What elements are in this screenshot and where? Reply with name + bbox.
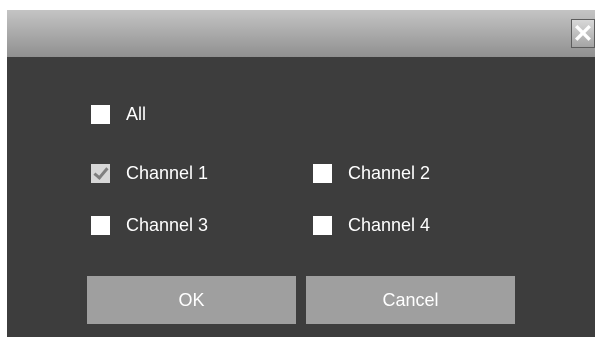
channel-select-dialog: ✕ All Channel 1 Channel 2 Channel 3 Chan… <box>7 10 595 337</box>
checkbox-channel4-label: Channel 4 <box>348 215 431 235</box>
checkbox-channel1-row[interactable]: Channel 1 <box>91 163 208 184</box>
close-icon[interactable]: ✕ <box>571 19 595 48</box>
checkbox-channel2[interactable] <box>313 164 332 183</box>
checkbox-channel1-label: Channel 1 <box>126 163 209 183</box>
checkbox-channel2-label: Channel 2 <box>348 163 431 183</box>
checkbox-channel4-row[interactable]: Channel 4 <box>313 215 430 236</box>
ok-button[interactable]: OK <box>87 276 296 324</box>
checkbox-channel3[interactable] <box>91 216 110 235</box>
checkbox-all-label: All <box>126 104 147 124</box>
checkbox-channel1[interactable] <box>91 164 110 183</box>
checkbox-all-row[interactable]: All <box>91 104 146 125</box>
checkbox-channel4[interactable] <box>313 216 332 235</box>
checkbox-channel3-label: Channel 3 <box>126 215 209 235</box>
dialog-titlebar: ✕ <box>7 10 595 57</box>
checkbox-all[interactable] <box>91 105 110 124</box>
checkbox-channel2-row[interactable]: Channel 2 <box>313 163 430 184</box>
checkbox-channel3-row[interactable]: Channel 3 <box>91 215 208 236</box>
cancel-button[interactable]: Cancel <box>306 276 515 324</box>
